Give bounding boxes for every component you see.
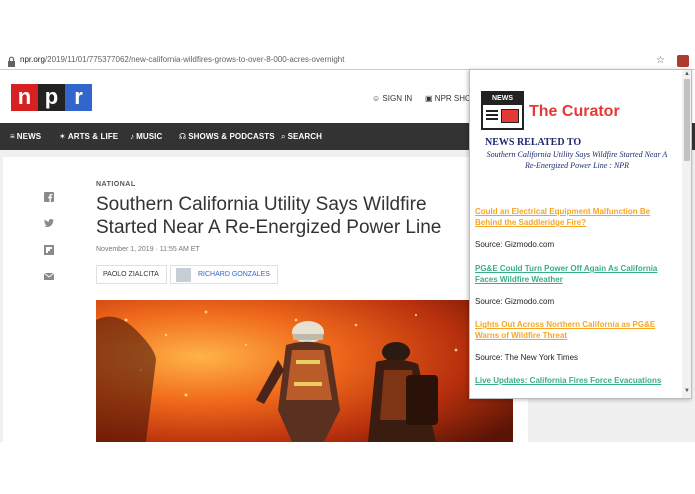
article-date: November 1, 2019 · 11:55 AM ET [96,246,200,253]
star-icon[interactable]: ☆ [656,55,665,66]
article-section-slug[interactable]: NATIONAL [96,181,136,188]
scroll-down-arrow-icon[interactable]: ▼ [684,388,690,394]
headline-line-1: Southern California Utility Says Wildfir… [96,194,427,215]
news-logo-text: NEWS [483,93,522,105]
facebook-icon[interactable] [44,192,54,202]
scroll-up-arrow-icon[interactable]: ▲ [684,71,690,77]
flipboard-icon[interactable] [44,245,54,255]
user-icon: ☺ [372,94,381,103]
twitter-icon[interactable] [44,218,54,228]
article-photo [96,300,513,442]
news-logo-icon: NEWS [481,91,524,130]
author-richard-gonzales[interactable]: RICHARD GONZALES [170,265,278,284]
url-text[interactable]: npr.org/2019/11/01/775377062/new-califor… [20,55,344,64]
news-logo-picture [501,109,519,123]
address-bar[interactable]: npr.org/2019/11/01/775377062/new-califor… [0,53,695,70]
headline-line-2: Started Near A Re-Energized Power Line [96,217,442,238]
email-icon[interactable] [44,271,54,281]
author-name: RICHARD GONZALES [198,271,270,278]
url-path: /2019/11/01/775377062/new-california-wil… [44,55,345,64]
lock-icon [8,56,15,67]
music-icon: ♪ [130,132,135,141]
headphones-icon: ☊ [179,132,187,141]
popup-scrollbar[interactable]: ▲ ▼ [682,70,691,398]
sign-in-label: SIGN IN [382,94,413,103]
curator-title: The Curator [529,103,620,120]
related-source-3: Source: The New York Times [475,353,579,362]
curator-extension-icon[interactable] [677,55,689,67]
related-link-2[interactable]: PG&E Could Turn Power Off Again As Calif… [475,263,675,285]
nav-news-label: NEWS [16,132,42,141]
nav-news[interactable]: ≡ NEWS [10,132,41,141]
npr-logo-r: r [65,84,92,111]
nav-music[interactable]: ♪ MUSIC [130,132,162,141]
curator-popup[interactable]: NEWS The Curator NEWS RELATED TO Souther… [469,69,692,399]
nav-search[interactable]: ⌕ SEARCH [281,132,322,142]
news-logo-line [486,114,498,116]
nav-search-label: SEARCH [287,132,322,141]
related-source-1: Source: Gizmodo.com [475,240,555,249]
arts-icon: ✶ [59,132,66,141]
nav-arts-life[interactable]: ✶ ARTS & LIFE [59,132,118,141]
related-link-3[interactable]: Lights Out Across Northern California as… [475,319,675,341]
nav-shows-podcasts[interactable]: ☊ SHOWS & PODCASTS [179,132,275,141]
news-logo-line [486,110,498,112]
nav-music-label: MUSIC [136,132,163,141]
news-logo-line [486,118,498,120]
article-headline: Southern California Utility Says Wildfir… [96,193,471,241]
nav-shows-label: SHOWS & PODCASTS [188,132,275,141]
npr-logo-p: p [38,84,65,111]
shop-icon: ▣ [425,94,433,103]
npr-logo-n: n [11,84,38,111]
search-icon: ⌕ [281,132,286,141]
nav-arts-label: ARTS & LIFE [67,132,119,141]
sign-in-link[interactable]: ☺ SIGN IN [372,94,412,103]
related-source-2: Source: Gizmodo.com [475,297,555,306]
bottom-blank-band [0,442,695,494]
news-icon: ≡ [10,132,15,141]
related-link-4[interactable]: Live Updates: California Fires Force Eva… [475,375,675,386]
related-link-1[interactable]: Could an Electrical Equipment Malfunctio… [475,206,675,228]
scroll-thumb[interactable] [684,79,690,161]
top-blank-band [0,0,695,53]
npr-logo[interactable]: n p r [11,84,92,111]
url-host: npr.org [20,55,45,64]
related-article-title: Southern California Utility Says Wildfir… [486,150,668,170]
author-avatar [176,268,191,282]
related-heading: NEWS RELATED TO [485,137,582,148]
author-paolo-zialcita[interactable]: PAOLO ZIALCITA [96,265,167,284]
